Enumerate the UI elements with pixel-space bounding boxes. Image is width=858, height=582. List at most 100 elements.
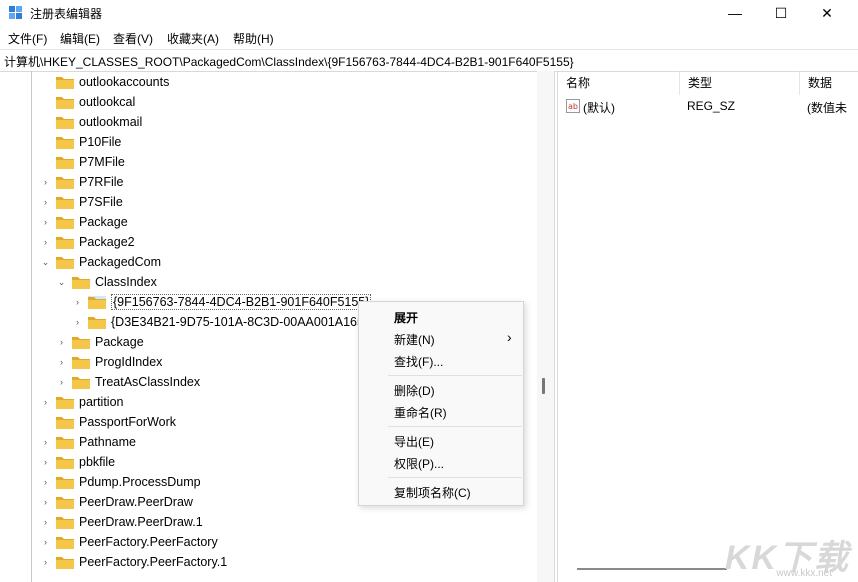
- address-bar[interactable]: 计算机\HKEY_CLASSES_ROOT\PackagedCom\ClassI…: [0, 49, 858, 72]
- tree-item[interactable]: › Package: [40, 212, 128, 232]
- address-path[interactable]: 计算机\HKEY_CLASSES_ROOT\PackagedCom\ClassI…: [4, 53, 574, 70]
- menu-edit[interactable]: 编辑(E): [60, 30, 100, 47]
- tree-item[interactable]: › ProgIdIndex: [56, 352, 162, 372]
- tree-item[interactable]: outlookmail: [40, 112, 142, 132]
- menu-expand[interactable]: 展开: [394, 309, 418, 326]
- tree-item[interactable]: › {D3E34B21-9D75-101A-8C3D-00AA001A1652}: [72, 312, 375, 332]
- folder-icon: [56, 216, 74, 229]
- tree-item[interactable]: ⌄ PackagedCom: [40, 252, 161, 272]
- expander-icon[interactable]: ›: [56, 337, 67, 348]
- tree-item-label: outlookaccounts: [79, 75, 170, 89]
- expander-icon[interactable]: ›: [40, 497, 51, 508]
- menu-permissions[interactable]: 权限(P)...: [394, 455, 444, 472]
- tree-item-label: TreatAsClassIndex: [95, 375, 201, 389]
- menu-favorites[interactable]: 收藏夹(A): [167, 30, 219, 47]
- expander-icon[interactable]: ›: [56, 377, 67, 388]
- minimize-button[interactable]: —: [712, 0, 758, 26]
- menu-copy-key-name[interactable]: 复制项名称(C): [394, 484, 471, 501]
- values-pane[interactable]: 名称 类型 数据 ab (默认) REG_SZ (数值未: [557, 71, 858, 582]
- expander-icon[interactable]: [40, 137, 51, 148]
- tree-item[interactable]: › Pathname: [40, 432, 136, 452]
- menu-help[interactable]: 帮助(H): [233, 30, 274, 47]
- tree-item[interactable]: › PeerDraw.PeerDraw.1: [40, 512, 203, 532]
- expander-icon[interactable]: ›: [40, 557, 51, 568]
- expander-icon[interactable]: ⌄: [56, 277, 67, 288]
- tree-item[interactable]: P10File: [40, 132, 121, 152]
- folder-icon: [72, 336, 90, 349]
- tree-item[interactable]: › Package: [56, 332, 144, 352]
- tree-item[interactable]: › {9F156763-7844-4DC4-B2B1-901F640F5155}: [72, 292, 372, 312]
- menu-file[interactable]: 文件(F): [8, 30, 47, 47]
- close-button[interactable]: ✕: [804, 0, 850, 26]
- tree-item[interactable]: outlookcal: [40, 92, 135, 112]
- tree-item-label: PackagedCom: [79, 255, 161, 269]
- folder-icon: [72, 356, 90, 369]
- tree-item[interactable]: › TreatAsClassIndex: [56, 372, 200, 392]
- tree-item-label: PeerDraw.PeerDraw.1: [79, 515, 203, 529]
- value-type: REG_SZ: [687, 99, 736, 113]
- tree-item[interactable]: P7MFile: [40, 152, 125, 172]
- folder-icon: [56, 496, 74, 509]
- value-name[interactable]: (默认): [583, 99, 615, 116]
- values-hscrollbar[interactable]: [577, 568, 727, 570]
- tree-item[interactable]: outlookaccounts: [40, 72, 169, 92]
- column-name[interactable]: 名称: [558, 71, 680, 95]
- expander-icon[interactable]: [40, 417, 51, 428]
- folder-icon: [56, 436, 74, 449]
- tree-item[interactable]: › Pdump.ProcessDump: [40, 472, 201, 492]
- watermark-url: www.kkx.net: [776, 568, 832, 579]
- tree-item[interactable]: › P7RFile: [40, 172, 123, 192]
- tree-item[interactable]: › Package2: [40, 232, 135, 252]
- tree-item-label: Pathname: [79, 435, 136, 449]
- expander-icon[interactable]: [40, 157, 51, 168]
- folder-icon: [56, 76, 74, 89]
- tree-item-label: pbkfile: [79, 455, 116, 469]
- expander-icon[interactable]: [40, 117, 51, 128]
- tree-item-label: Pdump.ProcessDump: [79, 475, 201, 489]
- menu-new[interactable]: 新建(N): [394, 331, 435, 348]
- tree-item[interactable]: › pbkfile: [40, 452, 115, 472]
- tree-item-label: PeerFactory.PeerFactory.1: [79, 555, 228, 569]
- context-menu: 展开 新建(N) › 查找(F)... 删除(D) 重命名(R) 导出(E) 权…: [358, 301, 524, 506]
- menu-separator: [388, 426, 522, 427]
- expander-icon[interactable]: ›: [40, 537, 51, 548]
- menu-rename[interactable]: 重命名(R): [394, 404, 447, 421]
- expander-icon[interactable]: ›: [40, 477, 51, 488]
- tree-item[interactable]: › PeerFactory.PeerFactory.1: [40, 552, 227, 572]
- tree-item[interactable]: › PeerDraw.PeerDraw: [40, 492, 193, 512]
- tree-item[interactable]: PassportForWork: [40, 412, 176, 432]
- expander-icon[interactable]: ›: [40, 457, 51, 468]
- expander-icon[interactable]: ›: [72, 317, 83, 328]
- expander-icon[interactable]: ›: [40, 177, 51, 188]
- tree-item-label: ClassIndex: [95, 275, 157, 289]
- expander-icon[interactable]: [40, 77, 51, 88]
- menu-delete[interactable]: 删除(D): [394, 382, 435, 399]
- folder-icon: [56, 536, 74, 549]
- expander-icon[interactable]: ›: [40, 217, 51, 228]
- tree-item-label: PassportForWork: [79, 415, 177, 429]
- menu-view[interactable]: 查看(V): [113, 30, 153, 47]
- tree-item[interactable]: › P7SFile: [40, 192, 123, 212]
- column-data[interactable]: 数据: [800, 71, 858, 95]
- folder-icon: [56, 476, 74, 489]
- folder-icon: [56, 196, 74, 209]
- expander-icon[interactable]: ›: [56, 357, 67, 368]
- tree-item[interactable]: › partition: [40, 392, 123, 412]
- expander-icon[interactable]: ›: [40, 197, 51, 208]
- column-type[interactable]: 类型: [680, 71, 800, 95]
- expander-icon[interactable]: ›: [40, 437, 51, 448]
- expander-icon[interactable]: ›: [40, 397, 51, 408]
- expander-icon[interactable]: ›: [40, 237, 51, 248]
- expander-icon[interactable]: [40, 97, 51, 108]
- tree-item[interactable]: › PeerFactory.PeerFactory: [40, 532, 218, 552]
- maximize-button[interactable]: ☐: [758, 0, 804, 26]
- expander-icon[interactable]: ›: [72, 297, 83, 308]
- tree-scrollbar-thumb[interactable]: [542, 378, 545, 394]
- menu-find[interactable]: 查找(F)...: [394, 353, 443, 370]
- expander-icon[interactable]: ›: [40, 517, 51, 528]
- tree-item-label: PeerDraw.PeerDraw: [79, 495, 193, 509]
- menu-export[interactable]: 导出(E): [394, 433, 434, 450]
- tree-scrollbar[interactable]: [537, 71, 554, 582]
- expander-icon[interactable]: ⌄: [40, 257, 51, 268]
- tree-item[interactable]: ⌄ ClassIndex: [56, 272, 157, 292]
